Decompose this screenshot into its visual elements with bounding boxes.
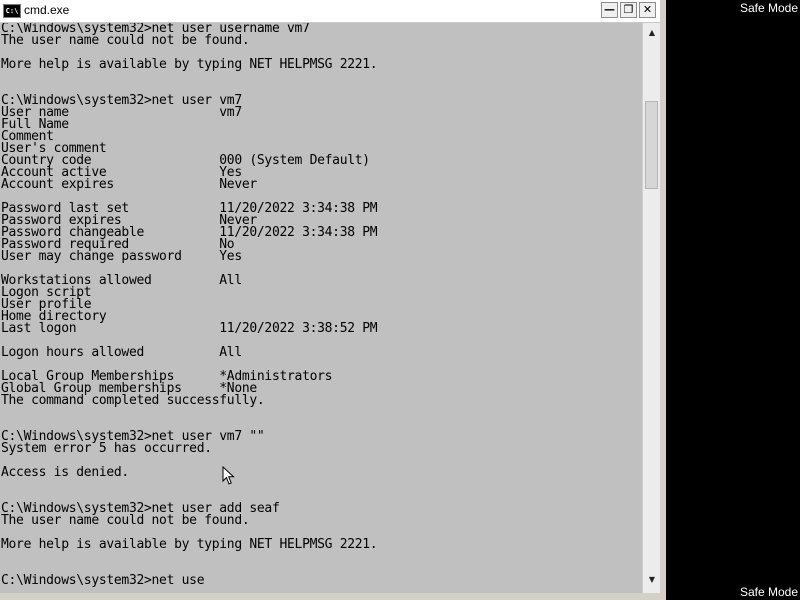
- console-line: User may change password Yes: [1, 249, 242, 264]
- console-text[interactable]: C:\Windows\system32>net user username vm…: [0, 23, 642, 587]
- console-line: Workstations allowed All: [1, 273, 242, 288]
- console-line: System error 5 has occurred.: [1, 441, 212, 456]
- title-bar[interactable]: C:\ cmd.exe — ❐ ✕: [0, 0, 666, 23]
- window-title: cmd.exe: [24, 3, 70, 17]
- scroll-down-icon[interactable]: ▼: [644, 572, 660, 588]
- window-bottom-border: [0, 593, 666, 600]
- console-line: Access is denied.: [1, 465, 129, 480]
- console-line: C:\Windows\system32>net use: [1, 573, 205, 588]
- console-line: More help is available by typing NET HEL…: [1, 537, 378, 552]
- minimize-button[interactable]: —: [601, 2, 618, 18]
- cmd-window: C:\ cmd.exe — ❐ ✕ C:\Windows\system32>ne…: [0, 0, 666, 600]
- console-line: More help is available by typing NET HEL…: [1, 57, 378, 72]
- console-line: The command completed successfully.: [1, 393, 265, 408]
- console-output[interactable]: C:\Windows\system32>net user username vm…: [0, 23, 642, 593]
- console-line: The user name could not be found.: [1, 33, 250, 48]
- restore-button[interactable]: ❐: [620, 2, 637, 18]
- cmd-app-icon[interactable]: C:\: [3, 4, 21, 18]
- safe-mode-label-top: Safe Mode: [739, 1, 798, 15]
- close-button[interactable]: ✕: [639, 2, 656, 18]
- vertical-scrollbar[interactable]: ▲ ▼: [642, 23, 660, 593]
- console-line: User name vm7: [1, 105, 242, 120]
- scroll-up-icon[interactable]: ▲: [644, 25, 660, 41]
- console-line: The user name could not be found.: [1, 513, 250, 528]
- console-line: Logon script: [1, 285, 92, 300]
- safe-mode-label-bottom: Safe Mode: [739, 585, 798, 599]
- scroll-thumb[interactable]: [645, 101, 658, 189]
- console-line: Logon hours allowed All: [1, 345, 242, 360]
- mouse-pointer-icon: [222, 466, 235, 485]
- console-line: Account expires Never: [1, 177, 257, 192]
- console-line: Full Name: [1, 117, 69, 132]
- console-line: Last logon 11/20/2022 3:38:52 PM: [1, 321, 378, 336]
- window-right-border: [660, 0, 666, 600]
